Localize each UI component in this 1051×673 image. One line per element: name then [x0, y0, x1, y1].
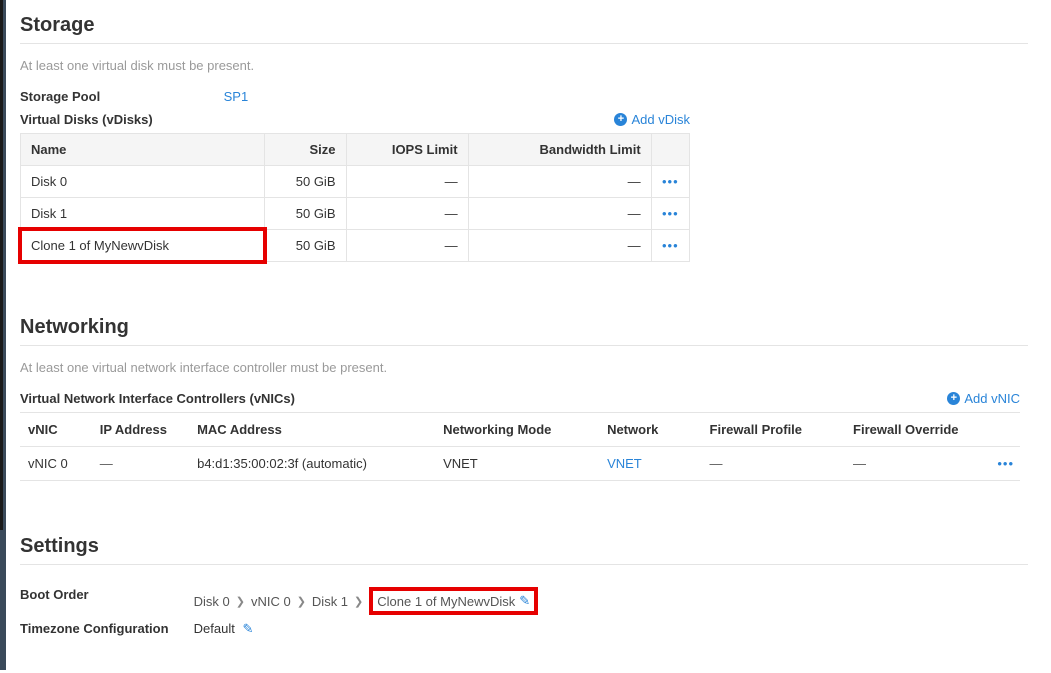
col-name: Name — [21, 134, 265, 166]
col-iops: IOPS Limit — [346, 134, 468, 166]
row-actions-button[interactable]: ••• — [989, 447, 1020, 481]
vdisk-size: 50 GiB — [265, 230, 346, 262]
boot-item: Disk 1 — [312, 594, 348, 609]
add-vnic-button[interactable]: + Add vNIC — [947, 391, 1020, 406]
vnic-ip: — — [92, 447, 189, 481]
divider — [20, 564, 1028, 565]
col-bw: Bandwidth Limit — [468, 134, 651, 166]
vnic-mac: b4:d1:35:00:02:3f (automatic) — [189, 447, 435, 481]
vdisk-bw: — — [468, 166, 651, 198]
divider — [20, 43, 1028, 44]
vdisk-iops: — — [346, 198, 468, 230]
chevron-right-icon: ❯ — [297, 595, 306, 608]
timezone-value: Default — [194, 621, 235, 636]
vdisks-label: Virtual Disks (vDisks) — [20, 112, 153, 127]
col-fw: Firewall Profile — [702, 413, 845, 447]
highlight-box: Clone 1 of MyNewvDisk ✎ — [369, 587, 538, 615]
vnics-table: vNIC IP Address MAC Address Networking M… — [20, 412, 1020, 481]
col-actions — [651, 134, 689, 166]
table-row: Clone 1 of MyNewvDisk 50 GiB — — ••• — [21, 230, 690, 262]
row-actions-button[interactable]: ••• — [651, 166, 689, 198]
table-row: Disk 1 50 GiB — — ••• — [21, 198, 690, 230]
vnic-name: vNIC 0 — [20, 447, 92, 481]
networking-heading: Networking — [20, 316, 1028, 339]
boot-item: vNIC 0 — [251, 594, 291, 609]
vdisk-name: Disk 1 — [21, 198, 265, 230]
networking-helper: At least one virtual network interface c… — [20, 360, 1028, 375]
add-vdisk-label: Add vDisk — [631, 112, 690, 127]
timezone-label: Timezone Configuration — [20, 621, 190, 636]
vdisks-table: Name Size IOPS Limit Bandwidth Limit Dis… — [20, 133, 690, 262]
vdisk-bw: — — [468, 198, 651, 230]
chevron-right-icon: ❯ — [354, 595, 363, 608]
storage-helper: At least one virtual disk must be presen… — [20, 58, 1028, 73]
vdisk-name-text: Clone 1 of MyNewvDisk — [31, 238, 169, 253]
col-size: Size — [265, 134, 346, 166]
add-vdisk-button[interactable]: + Add vDisk — [614, 112, 690, 127]
vdisk-bw: — — [468, 230, 651, 262]
vdisk-size: 50 GiB — [265, 198, 346, 230]
edit-boot-order-button[interactable]: ✎ — [519, 593, 530, 609]
boot-order-chain: Disk 0 ❯ vNIC 0 ❯ Disk 1 ❯ Clone 1 of My… — [194, 587, 539, 615]
storage-pool-link[interactable]: SP1 — [224, 89, 249, 104]
storage-heading: Storage — [20, 14, 1028, 37]
add-vnic-label: Add vNIC — [964, 391, 1020, 406]
vdisk-name: Clone 1 of MyNewvDisk — [21, 230, 265, 262]
edit-timezone-button[interactable]: ✎ — [242, 621, 253, 636]
divider — [20, 345, 1028, 346]
row-actions-button[interactable]: ••• — [651, 230, 689, 262]
vnic-ov: — — [845, 447, 988, 481]
col-mode: Networking Mode — [435, 413, 599, 447]
vnic-fw: — — [702, 447, 845, 481]
col-net: Network — [599, 413, 701, 447]
storage-pool-row: Storage Pool SP1 — [20, 89, 1028, 104]
row-actions-button[interactable]: ••• — [651, 198, 689, 230]
col-actions — [989, 413, 1020, 447]
left-rail-dark — [0, 0, 3, 530]
table-row: vNIC 0 — b4:d1:35:00:02:3f (automatic) V… — [20, 447, 1020, 481]
plus-circle-icon: + — [947, 392, 960, 405]
col-vnic: vNIC — [20, 413, 92, 447]
vdisk-name: Disk 0 — [21, 166, 265, 198]
vdisk-iops: — — [346, 166, 468, 198]
vdisk-size: 50 GiB — [265, 166, 346, 198]
vnic-mode: VNET — [435, 447, 599, 481]
chevron-right-icon: ❯ — [236, 595, 245, 608]
vnic-network-link[interactable]: VNET — [607, 456, 642, 471]
boot-item: Clone 1 of MyNewvDisk — [377, 594, 515, 609]
storage-pool-label: Storage Pool — [20, 89, 220, 104]
page-content: Storage At least one virtual disk must b… — [20, 0, 1040, 663]
boot-order-label: Boot Order — [20, 587, 190, 602]
vnics-label: Virtual Network Interface Controllers (v… — [20, 391, 295, 406]
vdisk-iops: — — [346, 230, 468, 262]
col-ip: IP Address — [92, 413, 189, 447]
settings-heading: Settings — [20, 535, 1028, 558]
col-mac: MAC Address — [189, 413, 435, 447]
plus-circle-icon: + — [614, 113, 627, 126]
col-ov: Firewall Override — [845, 413, 988, 447]
boot-item: Disk 0 — [194, 594, 230, 609]
table-row: Disk 0 50 GiB — — ••• — [21, 166, 690, 198]
